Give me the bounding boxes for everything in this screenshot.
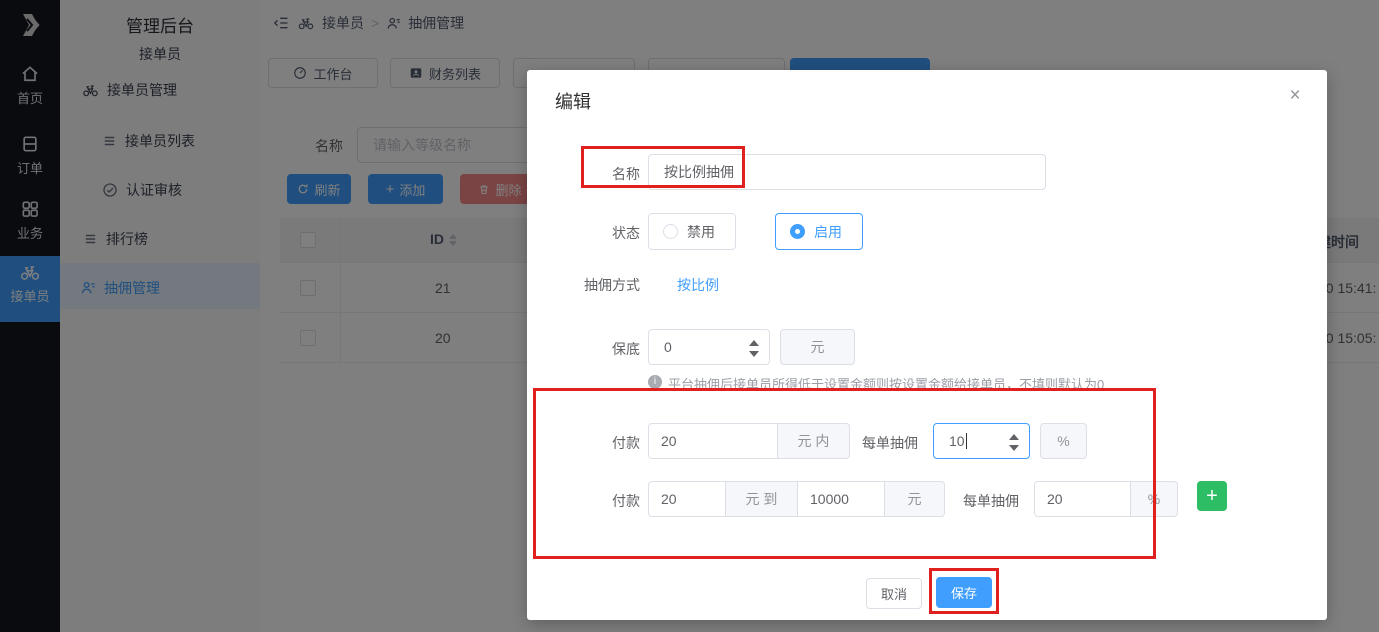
tier2-from-unit-addon: 元 到 [726,481,798,517]
status-label: 状态 [547,223,640,243]
info-icon: i [648,375,662,389]
tier2-range-group: 20 元 到 10000 元 [648,481,945,517]
tier1-amount-unit-addon: 元 内 [778,423,850,459]
close-icon[interactable]: × [1283,84,1307,108]
edit-dialog: 编辑 × 名称 按比例抽佣 状态 禁用 启用 抽佣方式 按比例 保底 0 元 i [527,70,1327,620]
tier2-rate-group: 20 % [1034,481,1178,517]
tier1-rate-label: 每单抽佣 [862,433,918,453]
text-caret [966,433,967,449]
name-input[interactable]: 按比例抽佣 [648,154,1046,190]
tier1-rate-input-focused[interactable]: 10 [933,423,1030,459]
tier2-from-input[interactable]: 20 [648,481,726,517]
tier1-amount-group: 20 元 内 [648,423,850,459]
dialog-title: 编辑 [555,88,591,114]
app-screen: 首页 订单 业务 [0,0,1379,632]
floor-number-input[interactable]: 0 [648,329,770,365]
status-enabled-radio[interactable]: 启用 [775,213,863,250]
method-label: 抽佣方式 [547,275,640,295]
tier1-amount-input[interactable]: 20 [648,423,778,459]
floor-tip: i 平台抽佣后接单员所得低于设置金额则按设置金额给接单员，不填则默认为0 [648,374,1178,393]
tier2-pay-label: 付款 [547,491,640,511]
method-option-label[interactable]: 按比例 [677,275,719,295]
add-tier-button[interactable]: + [1197,481,1227,511]
floor-unit-addon: 元 [780,329,855,365]
tier1-rate-unit-addon: % [1040,423,1087,459]
radio-selected-icon [790,224,805,239]
number-stepper[interactable] [1003,424,1025,460]
tier2-to-input[interactable]: 10000 [798,481,885,517]
tier2-to-unit-addon: 元 [885,481,945,517]
tier2-rate-unit-addon: % [1131,481,1178,517]
tier2-rate-input[interactable]: 20 [1034,481,1131,517]
number-stepper[interactable] [743,330,765,366]
tier1-pay-label: 付款 [547,433,640,453]
radio-icon [663,224,678,239]
name-label: 名称 [547,164,640,184]
save-button[interactable]: 保存 [936,577,992,608]
status-disabled-radio[interactable]: 禁用 [648,213,736,250]
tier2-rate-label: 每单抽佣 [963,491,1019,511]
cancel-button[interactable]: 取消 [866,578,922,609]
floor-label: 保底 [547,339,640,359]
